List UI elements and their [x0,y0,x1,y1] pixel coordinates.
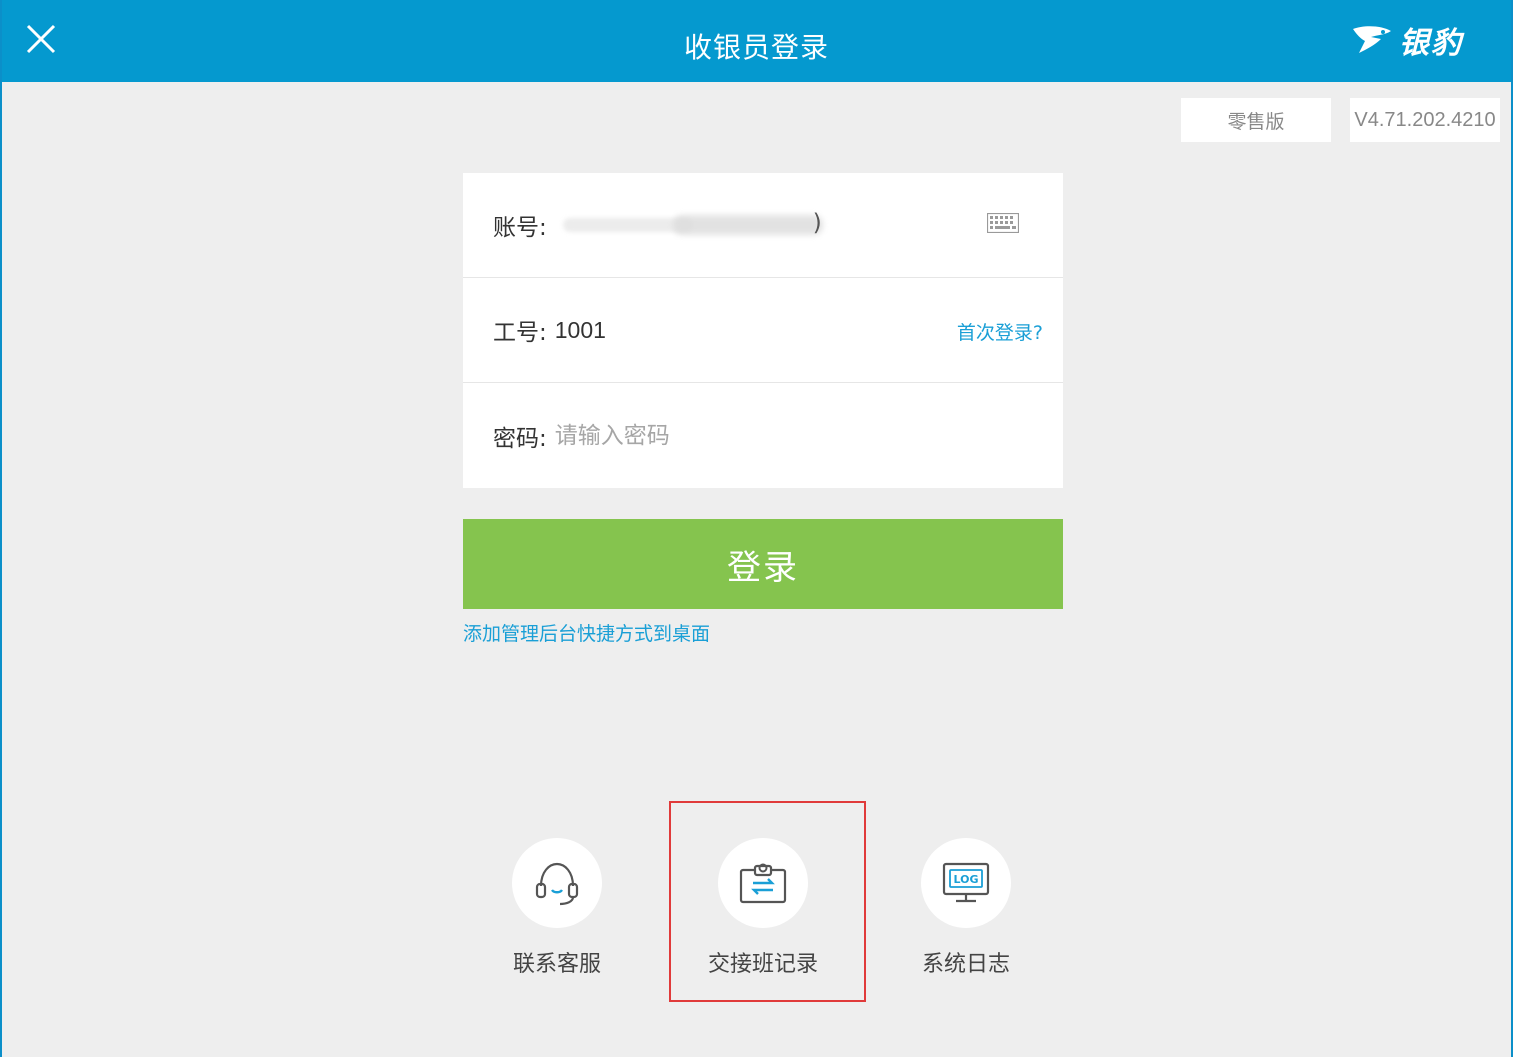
password-label: 密码: [493,425,547,452]
log-monitor-icon: LOG [942,862,990,903]
system-log-button[interactable]: LOG 系统日志 [886,838,1046,988]
account-value-masked: ) [562,210,823,238]
shift-handover-button[interactable]: 交接班记录 [683,838,843,988]
employee-label: 工号: [493,320,547,346]
add-desktop-shortcut-link[interactable]: 添加管理后台快捷方式到桌面 [463,619,710,646]
system-log-icon-circle[interactable]: LOG [921,838,1011,928]
contact-support-icon-circle[interactable] [512,838,602,928]
brand-logo: 银豹 [1351,18,1463,62]
headset-icon [535,862,579,906]
contact-support-button[interactable]: 联系客服 [477,838,637,988]
first-login-link[interactable]: 首次登录? [957,318,1043,345]
password-row[interactable]: 密码: [463,383,1063,488]
keyboard-button[interactable] [986,212,1020,237]
account-value-tail: ) [812,210,822,236]
contact-support-label: 联系客服 [512,952,601,977]
edition-badge: 零售版 [1181,98,1331,142]
login-button[interactable]: 登录 [463,519,1063,609]
system-log-label: 系统日志 [921,952,1010,977]
shift-handover-label: 交接班记录 [707,952,818,977]
employee-row[interactable]: 工号: 1001 首次登录? [463,278,1063,383]
login-window: 收银员登录 银豹 零售版 V4.71.202.4210 账号: ) 工号: 10… [0,0,1513,1057]
account-row[interactable]: 账号: ) [463,173,1063,278]
login-form: 账号: ) 工号: 1001 首次登录? 密码: [463,173,1063,488]
shift-handover-icon-circle[interactable] [718,838,808,928]
leopard-logo-icon [1353,26,1391,53]
account-label: 账号: [493,215,547,241]
shift-handover-clipboard-icon [739,863,787,904]
window-title: 收银员登录 [683,31,829,64]
keyboard-icon[interactable] [986,212,1020,234]
title-bar: 收银员登录 银豹 [2,0,1511,82]
version-badge: V4.71.202.4210 [1350,98,1500,142]
brand-name: 银豹 [1399,26,1463,61]
employee-id-value[interactable]: 1001 [555,317,606,344]
password-input[interactable] [554,422,955,449]
svg-text:LOG: LOG [954,873,979,886]
